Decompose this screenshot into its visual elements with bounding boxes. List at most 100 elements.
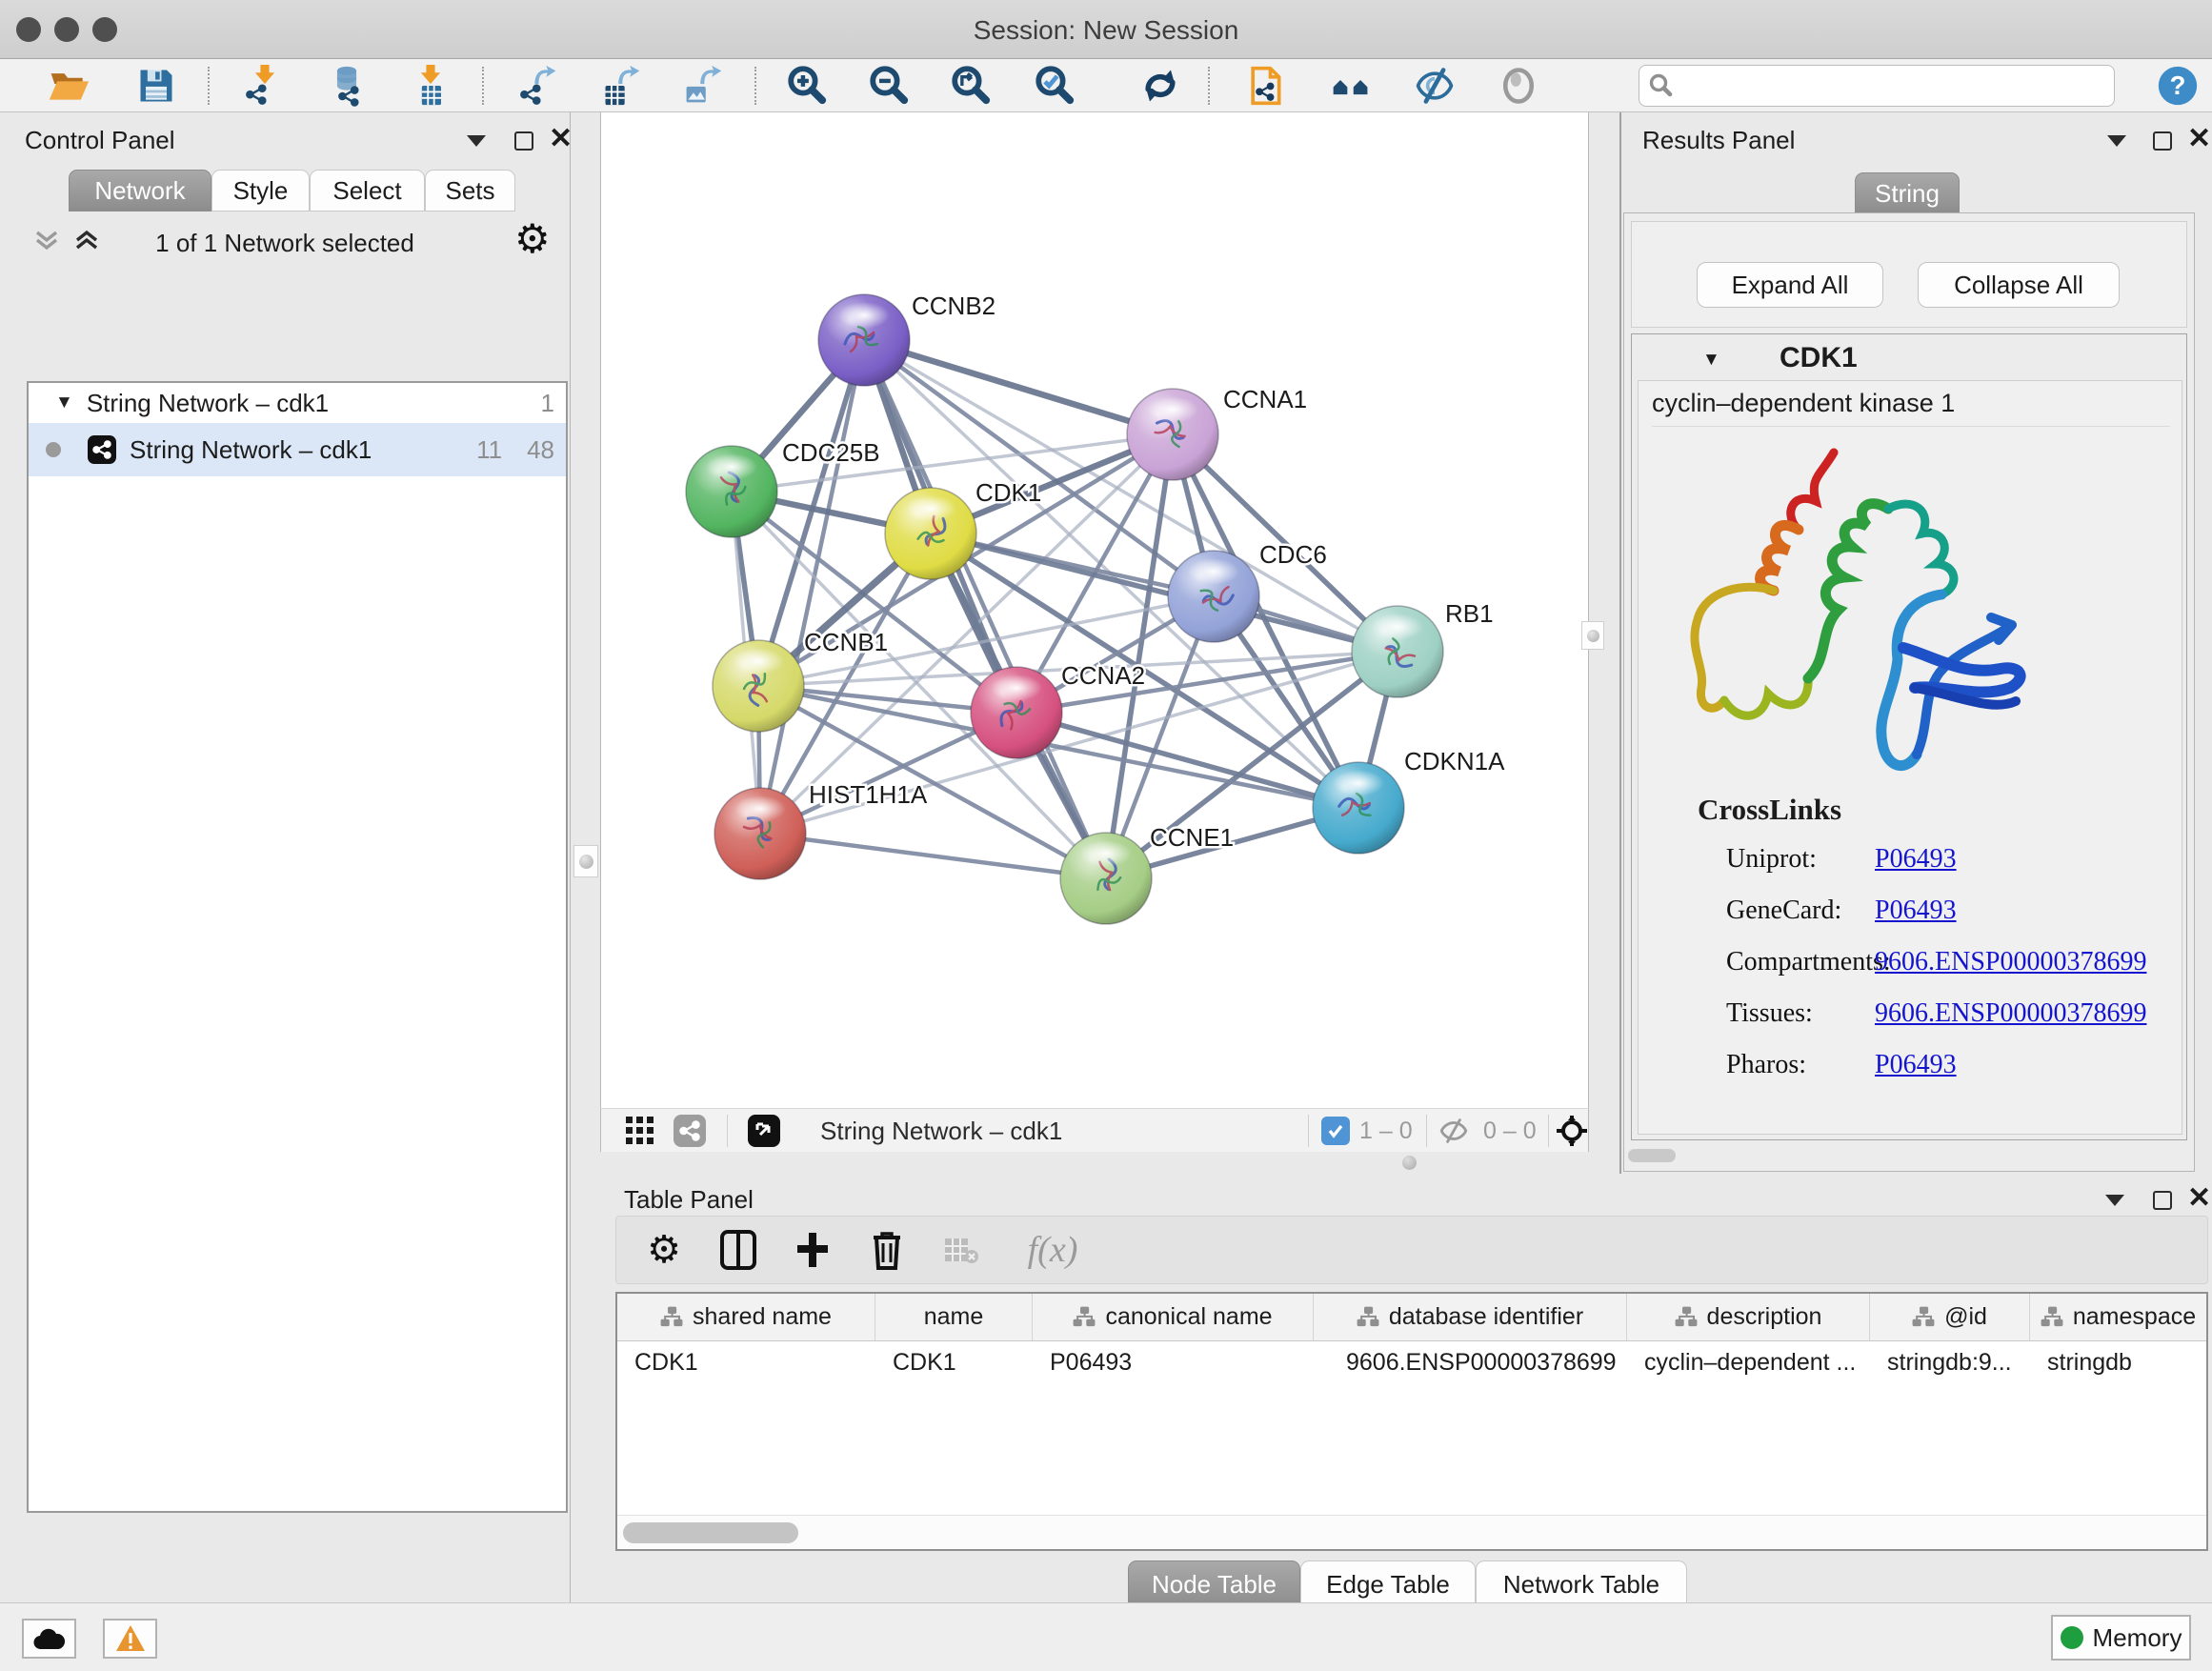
tree-expander-icon[interactable]: ▼: [55, 393, 73, 413]
create-column-plus-icon[interactable]: [792, 1229, 834, 1271]
tab-select[interactable]: Select: [310, 170, 425, 211]
cell-namespace[interactable]: stringdb: [2030, 1341, 2206, 1383]
export-image-button[interactable]: [676, 63, 730, 109]
tab-edge-table[interactable]: Edge Table: [1300, 1560, 1476, 1608]
hide-selected-button[interactable]: [1408, 63, 1461, 109]
column-header[interactable]: database identifier: [1314, 1294, 1627, 1340]
expand-all-button[interactable]: Expand All: [1697, 262, 1883, 308]
tab-style[interactable]: Style: [211, 170, 310, 211]
view-button[interactable]: [1492, 63, 1545, 109]
import-table-button[interactable]: [404, 63, 457, 109]
protein-detail: cyclin–dependent kinase 1: [1638, 380, 2182, 1135]
grid-view-button[interactable]: [622, 1114, 658, 1148]
open-in-window-button[interactable]: [746, 1114, 782, 1148]
table-settings-gear-icon[interactable]: ⚙: [643, 1229, 685, 1271]
cell-shared-name[interactable]: CDK1: [617, 1341, 875, 1383]
maximize-panel-icon[interactable]: [514, 131, 533, 151]
network-edge-CCNB2-CCNA1[interactable]: [864, 340, 1173, 434]
zoom-fit-button[interactable]: [945, 63, 998, 109]
left-splitter-handle[interactable]: [573, 845, 598, 877]
cell-database-identifier[interactable]: 9606.ENSP00000378699: [1314, 1341, 1627, 1383]
float-panel-icon[interactable]: [2105, 1195, 2124, 1206]
delete-column-trash-icon[interactable]: [866, 1229, 908, 1271]
first-neighbors-button[interactable]: [1238, 63, 1292, 109]
maximize-panel-icon[interactable]: [2153, 1191, 2172, 1210]
database-icon: [326, 65, 368, 107]
import-database-button[interactable]: [320, 63, 373, 109]
tab-node-table[interactable]: Node Table: [1128, 1560, 1300, 1608]
first-neighbors-icon: [1244, 65, 1286, 107]
selected-checkbox-icon[interactable]: [1321, 1117, 1350, 1145]
crosslink-link[interactable]: 9606.ENSP00000378699: [1875, 947, 2146, 977]
zoom-out-button[interactable]: [863, 63, 916, 109]
export-network-button[interactable]: [513, 63, 566, 109]
table-row[interactable]: CDK1 CDK1 P06493 9606.ENSP00000378699 cy…: [617, 1341, 2206, 1383]
help-button[interactable]: ?: [2151, 63, 2204, 109]
network-options-gear-icon[interactable]: ⚙: [514, 215, 551, 262]
cell-id[interactable]: stringdb:9...: [1870, 1341, 2030, 1383]
close-panel-icon[interactable]: ✕: [2187, 130, 2211, 149]
network-canvas[interactable]: CCNB2CCNA1CDC25BCDK1CDC6RB1CCNB1CCNA2CDK…: [600, 112, 1589, 1108]
function-builder-icon[interactable]: f(x): [1015, 1229, 1091, 1271]
table-hscrollbar[interactable]: [617, 1515, 2206, 1549]
float-panel-icon[interactable]: [467, 135, 486, 147]
zoom-selected-button[interactable]: [1029, 63, 1082, 109]
network-edge-HIST1H1A-CCNE1[interactable]: [760, 834, 1106, 878]
warning-button[interactable]: [103, 1619, 157, 1659]
column-header[interactable]: namespace: [2030, 1294, 2206, 1340]
cell-canonical-name[interactable]: P06493: [1033, 1341, 1314, 1383]
refresh-button[interactable]: [1134, 63, 1187, 109]
crosslink-link[interactable]: P06493: [1875, 1050, 1957, 1080]
expand-collapse-card: Expand All Collapse All: [1631, 221, 2187, 328]
network-edge-CCNB2-HIST1H1A[interactable]: [760, 340, 864, 834]
search-input[interactable]: [1674, 72, 2093, 99]
float-panel-icon[interactable]: [2107, 135, 2126, 147]
import-network-button[interactable]: [238, 63, 292, 109]
export-table-button[interactable]: [594, 63, 648, 109]
hidden-eye-icon[interactable]: [1436, 1114, 1472, 1148]
network-collection-row[interactable]: ▼ String Network – cdk1 1: [29, 383, 566, 423]
close-panel-icon[interactable]: ✕: [2187, 1189, 2211, 1208]
column-header[interactable]: name: [875, 1294, 1033, 1340]
maximize-panel-icon[interactable]: [2153, 131, 2172, 151]
network-edge-CDK1-RB1[interactable]: [931, 534, 1398, 652]
tab-network-table[interactable]: Network Table: [1476, 1560, 1687, 1608]
save-session-button[interactable]: [130, 63, 183, 109]
zoom-in-button[interactable]: [781, 63, 835, 109]
crosslink-link[interactable]: 9606.ENSP00000378699: [1875, 998, 2146, 1029]
cell-name[interactable]: CDK1: [875, 1341, 1033, 1383]
network-share-view-button[interactable]: [672, 1114, 708, 1148]
left-splitter[interactable]: [570, 112, 600, 1602]
memory-button[interactable]: Memory: [2051, 1615, 2191, 1661]
cell-description[interactable]: cyclin–dependent ...: [1627, 1341, 1870, 1383]
tab-sets[interactable]: Sets: [425, 170, 515, 211]
control-panel-title: Control Panel: [25, 126, 175, 155]
column-header[interactable]: description: [1627, 1294, 1870, 1340]
collection-label: String Network – cdk1: [87, 389, 329, 418]
birdseye-toggle-button[interactable]: [1554, 1114, 1590, 1148]
tab-string[interactable]: String: [1855, 172, 1960, 214]
open-session-button[interactable]: [42, 63, 95, 109]
crosslink-label: Compartments:: [1726, 947, 1891, 977]
collapse-section-icon[interactable]: ▼: [1702, 350, 1720, 371]
right-splitter-handle[interactable]: [1581, 621, 1604, 650]
column-header[interactable]: @id: [1870, 1294, 2030, 1340]
tab-network[interactable]: Network: [69, 170, 211, 211]
crosslink-label: Tissues:: [1726, 998, 1813, 1029]
node-label-CDC25B: CDC25B: [782, 438, 880, 467]
export-image-icon: [682, 65, 724, 107]
horizontal-splitter[interactable]: [600, 1152, 1589, 1174]
cloud-button[interactable]: [22, 1619, 76, 1659]
crosslink-link[interactable]: P06493: [1875, 844, 1957, 875]
show-columns-icon[interactable]: [717, 1229, 759, 1271]
column-header[interactable]: canonical name: [1033, 1294, 1314, 1340]
results-hscroll-thumb[interactable]: [1628, 1149, 1676, 1162]
column-header[interactable]: shared name: [617, 1294, 875, 1340]
network-row-selected[interactable]: String Network – cdk1 11 48: [29, 423, 566, 476]
table-hscroll-thumb[interactable]: [623, 1522, 798, 1543]
crosslink-link[interactable]: P06493: [1875, 896, 1957, 926]
home-button[interactable]: [1324, 63, 1377, 109]
collapse-all-button[interactable]: Collapse All: [1918, 262, 2120, 308]
splitter-handle[interactable]: [1402, 1156, 1417, 1170]
delete-table-icon[interactable]: [940, 1229, 982, 1271]
